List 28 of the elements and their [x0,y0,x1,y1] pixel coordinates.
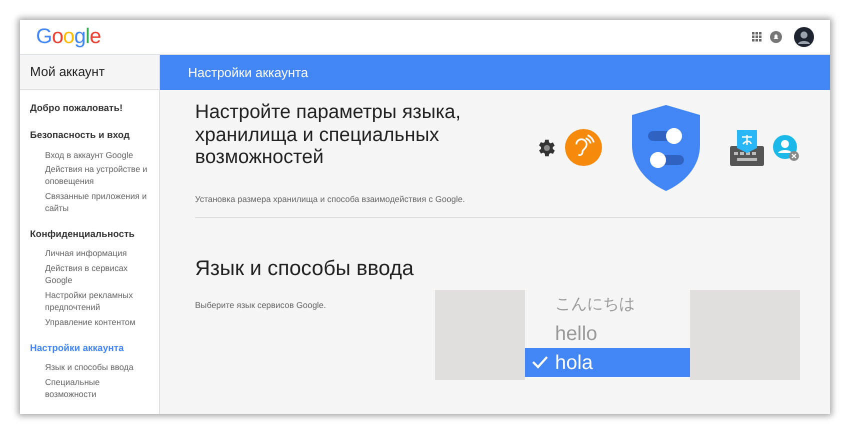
keyboard-icon [730,130,764,166]
sidebar-item[interactable]: Личная информация [20,248,159,260]
hearing-icon [565,129,602,166]
sidebar-section-link[interactable]: Добро пожаловать! [20,102,159,116]
section-heading: Язык и способы ввода [195,256,415,282]
section-description: Установка размера хранилища и способа взаимодействия с Google. [195,192,466,206]
sidebar-section-link[interactable]: Безопасность и вход [20,129,159,144]
user-icon [772,134,800,162]
avatar[interactable] [794,27,814,47]
sidebar-section-link[interactable]: Конфиденциальность [20,228,159,242]
language-option[interactable]: hola [525,348,690,377]
sidebar-item[interactable]: Вход в аккаунт Google [20,150,159,162]
check-icon [532,355,548,369]
sidebar-item[interactable]: Специальные возможности [20,376,159,400]
notification-icon[interactable] [770,31,782,43]
sidebar-item[interactable]: Управление контентом [20,316,159,329]
sidebar-item[interactable]: Настройки рекламных предпочтений [20,290,159,314]
apps-grid-icon[interactable] [752,32,762,42]
sidebar-item[interactable]: Действия на устройстве и оповещения [20,164,159,188]
sidebar-section-link[interactable]: Настройки аккаунта [20,342,159,356]
section-heading: Настройте параметры языка, хранилища и специальных возможностей [195,101,462,169]
page-banner: Настройки аккаунта [160,55,830,90]
section-description: Выберите язык сервисов Google. [195,299,328,312]
sidebar-item[interactable]: Действия в сервисах Google [20,263,159,287]
sidebar-item[interactable]: Связанные приложения и сайты [20,191,159,215]
google-logo[interactable]: Google [36,21,101,53]
sidebar-title: Мой аккаунт [20,55,159,90]
sidebar-item[interactable]: Язык и способы ввода [20,362,159,374]
